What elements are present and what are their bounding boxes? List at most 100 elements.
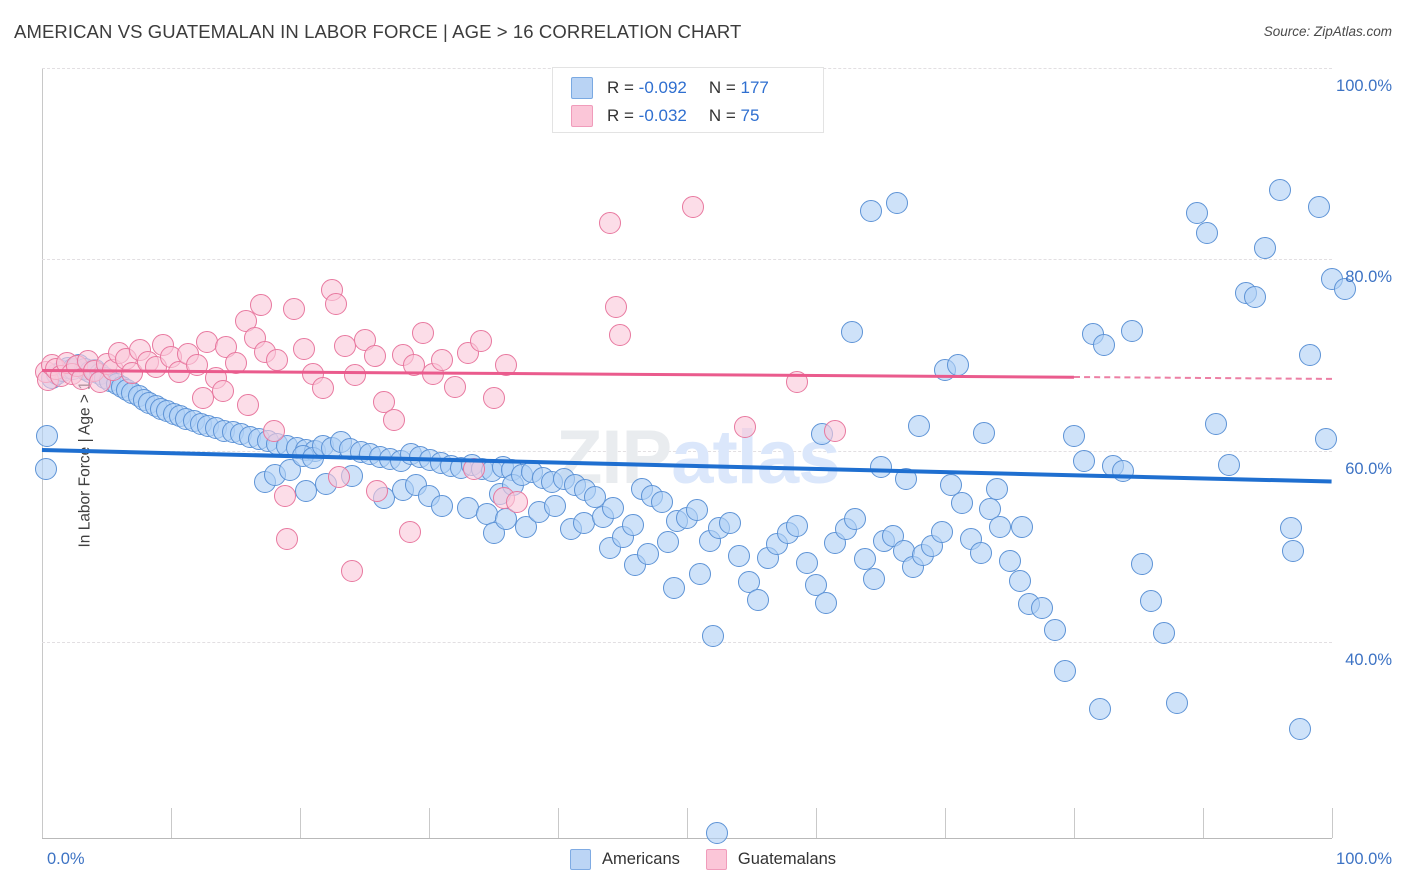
plot-area: ZIPatlas: [34, 68, 1356, 845]
legend-item-guatemalans[interactable]: Guatemalans: [705, 849, 836, 870]
scatter-point-guatemalans: [340, 560, 363, 583]
scatter-point-guatemalans: [265, 348, 288, 371]
scatter-point-americans: [1288, 717, 1311, 740]
scatter-point-americans: [602, 497, 625, 519]
stats-text-guatemalans: R = -0.032 N = 75: [607, 106, 759, 126]
scatter-point-americans: [843, 507, 866, 530]
scatter-point-guatemalans: [192, 387, 215, 409]
scatter-point-americans: [908, 414, 931, 437]
scatter-point-guatemalans: [312, 377, 335, 400]
stats-text-americans: R = -0.092 N = 177: [607, 78, 769, 98]
scatter-point-guatemalans: [734, 415, 757, 438]
x-tick-mark: [558, 808, 559, 838]
legend-item-americans[interactable]: Americans: [569, 849, 680, 870]
scatter-point-americans: [985, 477, 1008, 500]
scatter-point-americans: [36, 425, 59, 448]
scatter-point-guatemalans: [250, 294, 273, 317]
scatter-point-americans: [430, 495, 453, 518]
scatter-point-americans: [970, 541, 993, 564]
scatter-point-guatemalans: [411, 321, 434, 344]
scatter-point-americans: [651, 491, 674, 514]
trend-line-americans: [41, 447, 1332, 484]
scatter-point-americans: [1282, 540, 1305, 563]
scatter-point-guatemalans: [383, 409, 406, 431]
scatter-point-americans: [701, 625, 724, 648]
scatter-point-guatemalans: [430, 348, 453, 371]
stats-row-guatemalans: R = -0.032 N = 75: [571, 103, 759, 129]
scatter-point-americans: [1299, 343, 1322, 366]
scatter-point-americans: [1279, 517, 1302, 540]
scatter-point-americans: [621, 514, 644, 537]
scatter-point-americans: [946, 354, 969, 377]
scatter-point-americans: [663, 577, 686, 600]
scatter-point-americans: [1092, 334, 1115, 357]
x-tick-mark: [1074, 808, 1075, 838]
scatter-point-americans: [1243, 285, 1266, 308]
x-tick-mark: [171, 808, 172, 838]
scatter-point-americans: [815, 591, 838, 614]
r-label-guatemalans: R =: [607, 106, 639, 125]
scatter-point-americans: [950, 492, 973, 515]
scatter-point-americans: [1043, 619, 1066, 642]
scatter-point-guatemalans: [598, 211, 621, 234]
scatter-point-americans: [1008, 569, 1031, 592]
bottom-legend: Americans Guatemalans: [0, 849, 1406, 870]
scatter-point-americans: [785, 515, 808, 538]
scatter-point-americans: [34, 457, 57, 480]
scatter-point-americans: [854, 547, 877, 570]
scatter-point-americans: [705, 822, 728, 845]
scatter-point-americans: [1073, 450, 1096, 473]
scatter-point-americans: [1269, 179, 1292, 202]
scatter-point-americans: [1088, 697, 1111, 720]
scatter-point-guatemalans: [505, 491, 528, 514]
correlation-stats-box: R = -0.092 N = 177 R = -0.032 N = 75: [552, 67, 824, 133]
x-tick-mark: [687, 808, 688, 838]
scatter-point-americans: [1204, 412, 1227, 435]
scatter-point-guatemalans: [482, 387, 505, 409]
y-tick-label: 100.0%: [1336, 77, 1392, 95]
r-label-americans: R =: [607, 78, 639, 97]
gridline-y: [42, 641, 1332, 643]
scatter-point-guatemalans: [334, 335, 357, 358]
scatter-point-americans: [972, 422, 995, 445]
x-tick-mark: [300, 808, 301, 838]
x-tick-mark: [429, 808, 430, 838]
scatter-point-americans: [841, 321, 864, 343]
y-tick-label: 40.0%: [1345, 650, 1392, 669]
scatter-point-guatemalans: [344, 364, 367, 387]
scatter-point-americans: [1308, 195, 1331, 218]
scatter-point-americans: [637, 542, 660, 565]
scatter-point-americans: [727, 544, 750, 567]
scatter-point-guatemalans: [608, 323, 631, 346]
scatter-point-guatemalans: [263, 419, 286, 442]
scatter-point-americans: [686, 498, 709, 521]
scatter-point-guatemalans: [398, 520, 421, 543]
legend-swatch-guatemalans: [705, 849, 727, 870]
scatter-point-americans: [1011, 516, 1034, 539]
source-attribution: Source: ZipAtlas.com: [1263, 24, 1392, 39]
scatter-point-americans: [1217, 453, 1240, 476]
scatter-point-americans: [544, 495, 567, 518]
page-title: AMERICAN VS GUATEMALAN IN LABOR FORCE | …: [14, 21, 742, 42]
gridline-y: [42, 259, 1332, 261]
scatter-point-guatemalans: [682, 195, 705, 218]
scatter-point-americans: [886, 191, 909, 214]
scatter-point-guatemalans: [211, 380, 234, 403]
r-value-guatemalans: -0.032: [638, 106, 687, 125]
scatter-point-guatemalans: [237, 393, 260, 416]
y-tick-label: 60.0%: [1345, 459, 1392, 478]
stats-row-americans: R = -0.092 N = 177: [571, 75, 769, 101]
scatter-point-americans: [1166, 692, 1189, 715]
r-value-americans: -0.092: [638, 78, 687, 97]
x-axis-line: [42, 838, 1332, 839]
scatter-point-guatemalans: [605, 296, 628, 319]
scatter-point-americans: [1053, 659, 1076, 682]
scatter-point-guatemalans: [327, 466, 350, 489]
scatter-point-americans: [1030, 597, 1053, 620]
chart-root: AMERICAN VS GUATEMALAN IN LABOR FORCE | …: [0, 0, 1406, 892]
scatter-point-americans: [795, 552, 818, 575]
x-tick-mark: [1203, 808, 1204, 838]
scatter-point-americans: [931, 520, 954, 543]
y-axis-label-wrap: In Labor Force | Age > 16: [10, 340, 94, 580]
scatter-point-guatemalans: [824, 420, 847, 443]
